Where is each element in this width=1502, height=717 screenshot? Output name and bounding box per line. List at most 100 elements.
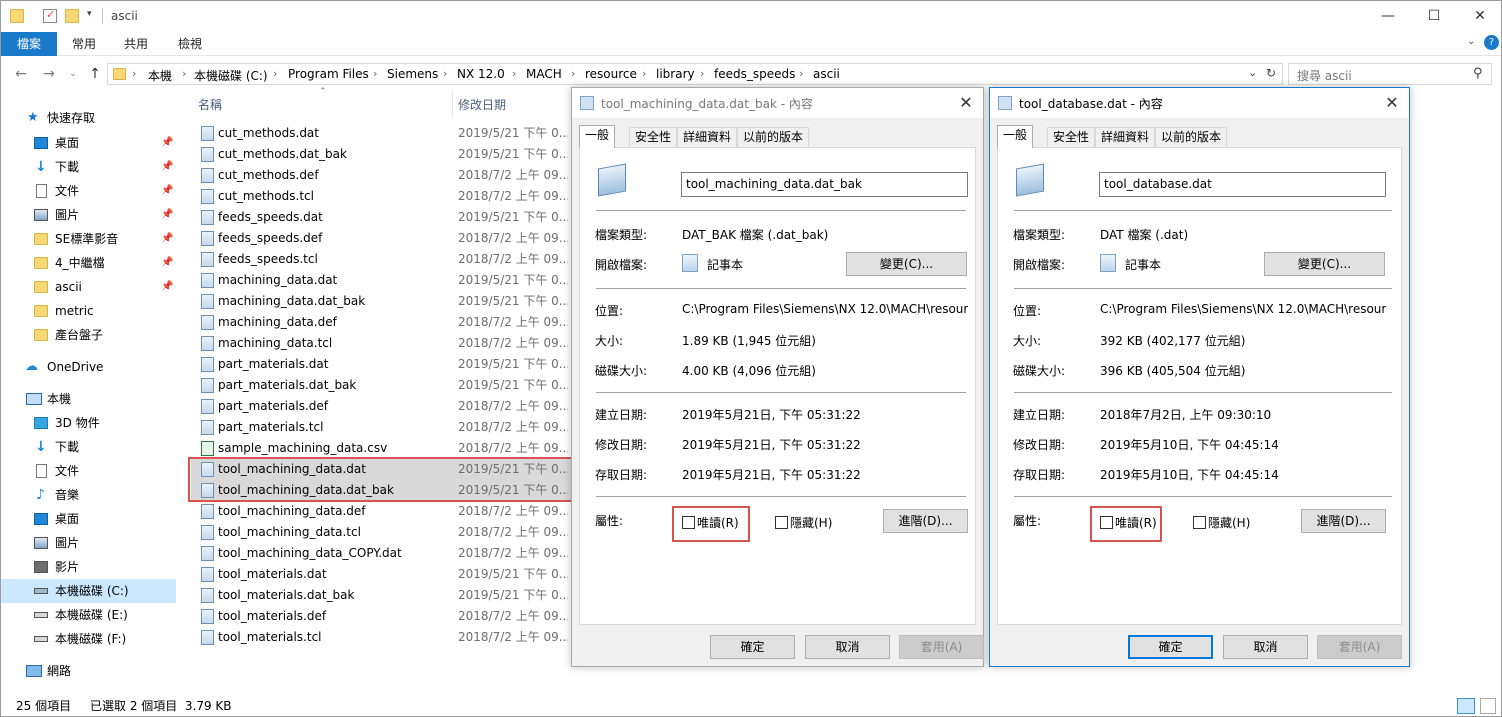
- ok-button[interactable]: 確定: [1128, 635, 1213, 659]
- breadcrumb-item[interactable]: library: [656, 67, 695, 81]
- apply-button[interactable]: 套用(A): [899, 635, 984, 659]
- properties-icon[interactable]: ✓: [43, 8, 57, 23]
- file-row[interactable]: part_materials.def 2018/7/2 上午 09...: [191, 396, 573, 417]
- pin-icon[interactable]: 📌: [161, 275, 173, 299]
- file-row[interactable]: cut_methods.def 2018/7/2 上午 09...: [191, 165, 573, 186]
- readonly-checkbox[interactable]: [1100, 516, 1113, 529]
- breadcrumb-item[interactable]: 本機: [148, 67, 172, 84]
- customize-toolbar-icon[interactable]: ▾: [87, 9, 92, 19]
- search-icon[interactable]: ⚲: [1473, 66, 1483, 81]
- pin-icon[interactable]: 📌: [161, 227, 173, 251]
- file-row[interactable]: machining_data.def 2018/7/2 上午 09...: [191, 312, 573, 333]
- hidden-checkbox[interactable]: [1193, 516, 1206, 529]
- tab-previous-versions[interactable]: 以前的版本: [737, 127, 810, 147]
- nav-folder-4[interactable]: 4_中繼檔 📌: [1, 251, 176, 275]
- apply-button[interactable]: 套用(A): [1317, 635, 1402, 659]
- close-button[interactable]: ✕: [1457, 1, 1502, 32]
- file-row[interactable]: sample_machining_data.csv 2018/7/2 上午 09.…: [191, 438, 573, 459]
- ok-button[interactable]: 確定: [710, 635, 795, 659]
- nav-pictures-pc[interactable]: 圖片: [1, 531, 176, 555]
- recent-locations-icon[interactable]: ⌄: [63, 64, 83, 84]
- nav-folder-se[interactable]: SE標準影音 📌: [1, 227, 176, 251]
- search-input[interactable]: 搜尋 ascii: [1297, 67, 1352, 84]
- address-dropdown-icon[interactable]: ⌄: [1248, 66, 1257, 79]
- filename-input[interactable]: tool_database.dat: [1099, 172, 1386, 197]
- nav-videos[interactable]: 影片: [1, 555, 176, 579]
- pin-icon[interactable]: 📌: [161, 155, 173, 179]
- readonly-label[interactable]: 唯讀(R): [1115, 514, 1157, 531]
- nav-network[interactable]: 網路: [1, 659, 176, 683]
- file-row[interactable]: part_materials.dat 2019/5/21 下午 0...: [191, 354, 573, 375]
- file-row[interactable]: part_materials.dat_bak 2019/5/21 下午 0...: [191, 375, 573, 396]
- nav-desktop[interactable]: 桌面 📌: [1, 131, 176, 155]
- file-row[interactable]: feeds_speeds.dat 2019/5/21 下午 0...: [191, 207, 573, 228]
- column-header-name[interactable]: 名稱: [198, 96, 222, 113]
- advanced-button[interactable]: 進階(D)...: [1301, 509, 1386, 533]
- hidden-label[interactable]: 隱藏(H): [1208, 514, 1250, 531]
- nav-folder-plate[interactable]: 產台盤子: [1, 323, 176, 347]
- up-button[interactable]: ↑: [85, 64, 105, 84]
- breadcrumb-item[interactable]: Program Files: [288, 67, 369, 81]
- file-row[interactable]: cut_methods.dat_bak 2019/5/21 下午 0...: [191, 144, 573, 165]
- file-row[interactable]: tool_materials.dat 2019/5/21 下午 0...: [191, 564, 573, 585]
- back-button[interactable]: ←: [11, 64, 31, 84]
- advanced-button[interactable]: 進階(D)...: [883, 509, 968, 533]
- breadcrumb-item[interactable]: MACH: [526, 67, 562, 81]
- nav-documents[interactable]: 文件 📌: [1, 179, 176, 203]
- dialog-close-button[interactable]: ✕: [955, 92, 977, 114]
- pin-icon[interactable]: 📌: [161, 131, 173, 155]
- refresh-icon[interactable]: ↻: [1266, 66, 1276, 80]
- breadcrumb-item[interactable]: resource: [585, 67, 637, 81]
- tab-previous-versions[interactable]: 以前的版本: [1155, 127, 1228, 147]
- breadcrumb-item[interactable]: Siemens: [387, 67, 438, 81]
- large-icons-view-icon[interactable]: [1480, 698, 1496, 714]
- file-row[interactable]: cut_methods.tcl 2018/7/2 上午 09...: [191, 186, 573, 207]
- file-row[interactable]: tool_machining_data.def 2018/7/2 上午 09...: [191, 501, 573, 522]
- breadcrumb-item[interactable]: 本機磁碟 (C:): [194, 67, 268, 84]
- tab-file[interactable]: 檔案: [1, 32, 57, 56]
- nav-quick-access[interactable]: ★ 快速存取: [1, 106, 176, 130]
- search-box[interactable]: 搜尋 ascii ⚲: [1288, 63, 1492, 85]
- breadcrumb-item[interactable]: NX 12.0: [457, 67, 505, 81]
- file-row[interactable]: tool_materials.tcl 2018/7/2 上午 09...: [191, 627, 573, 648]
- tab-home[interactable]: 常用: [59, 32, 109, 56]
- hidden-checkbox[interactable]: [775, 516, 788, 529]
- tab-security[interactable]: 安全性: [629, 127, 678, 147]
- nav-folder-ascii[interactable]: ascii 📌: [1, 275, 176, 299]
- breadcrumb-item[interactable]: ascii: [813, 67, 840, 81]
- details-view-icon[interactable]: [1457, 698, 1475, 714]
- tab-details[interactable]: 詳細資料: [1095, 127, 1156, 147]
- nav-folder-metric[interactable]: metric: [1, 299, 176, 323]
- nav-this-pc[interactable]: 本機: [1, 387, 176, 411]
- column-header-date[interactable]: 修改日期: [458, 96, 506, 113]
- tab-general[interactable]: 一般: [579, 125, 616, 148]
- pin-icon[interactable]: 📌: [161, 179, 173, 203]
- minimize-button[interactable]: —: [1365, 1, 1411, 32]
- file-row[interactable]: cut_methods.dat 2019/5/21 下午 0...: [191, 123, 573, 144]
- nav-onedrive[interactable]: ☁ OneDrive: [1, 355, 176, 379]
- file-row[interactable]: tool_materials.def 2018/7/2 上午 09...: [191, 606, 573, 627]
- address-bar[interactable]: › 本機 › 本機磁碟 (C:) › Program Files › Sieme…: [107, 63, 1283, 85]
- maximize-button[interactable]: ☐: [1411, 1, 1457, 32]
- nav-drive-c[interactable]: 本機磁碟 (C:): [1, 579, 176, 603]
- cancel-button[interactable]: 取消: [1223, 635, 1308, 659]
- tab-general[interactable]: 一般: [997, 125, 1034, 148]
- file-row[interactable]: machining_data.tcl 2018/7/2 上午 09...: [191, 333, 573, 354]
- tab-view[interactable]: 檢視: [163, 32, 217, 56]
- nav-drive-e[interactable]: 本機磁碟 (E:): [1, 603, 176, 627]
- readonly-checkbox[interactable]: [682, 516, 695, 529]
- readonly-label[interactable]: 唯讀(R): [697, 514, 739, 531]
- nav-music[interactable]: ♪ 音樂: [1, 483, 176, 507]
- expand-ribbon-icon[interactable]: ⌄: [1467, 36, 1475, 47]
- file-row[interactable]: tool_machining_data_COPY.dat 2018/7/2 上午 …: [191, 543, 573, 564]
- new-folder-icon[interactable]: [65, 9, 79, 23]
- dialog-close-button[interactable]: ✕: [1381, 92, 1403, 114]
- filename-input[interactable]: tool_machining_data.dat_bak: [681, 172, 968, 197]
- help-icon[interactable]: ?: [1484, 35, 1499, 50]
- change-button[interactable]: 變更(C)...: [846, 252, 967, 276]
- file-row[interactable]: feeds_speeds.def 2018/7/2 上午 09...: [191, 228, 573, 249]
- nav-pictures[interactable]: 圖片 📌: [1, 203, 176, 227]
- file-row[interactable]: tool_materials.dat_bak 2019/5/21 下午 0...: [191, 585, 573, 606]
- breadcrumb-item[interactable]: feeds_speeds: [714, 67, 795, 81]
- hidden-label[interactable]: 隱藏(H): [790, 514, 832, 531]
